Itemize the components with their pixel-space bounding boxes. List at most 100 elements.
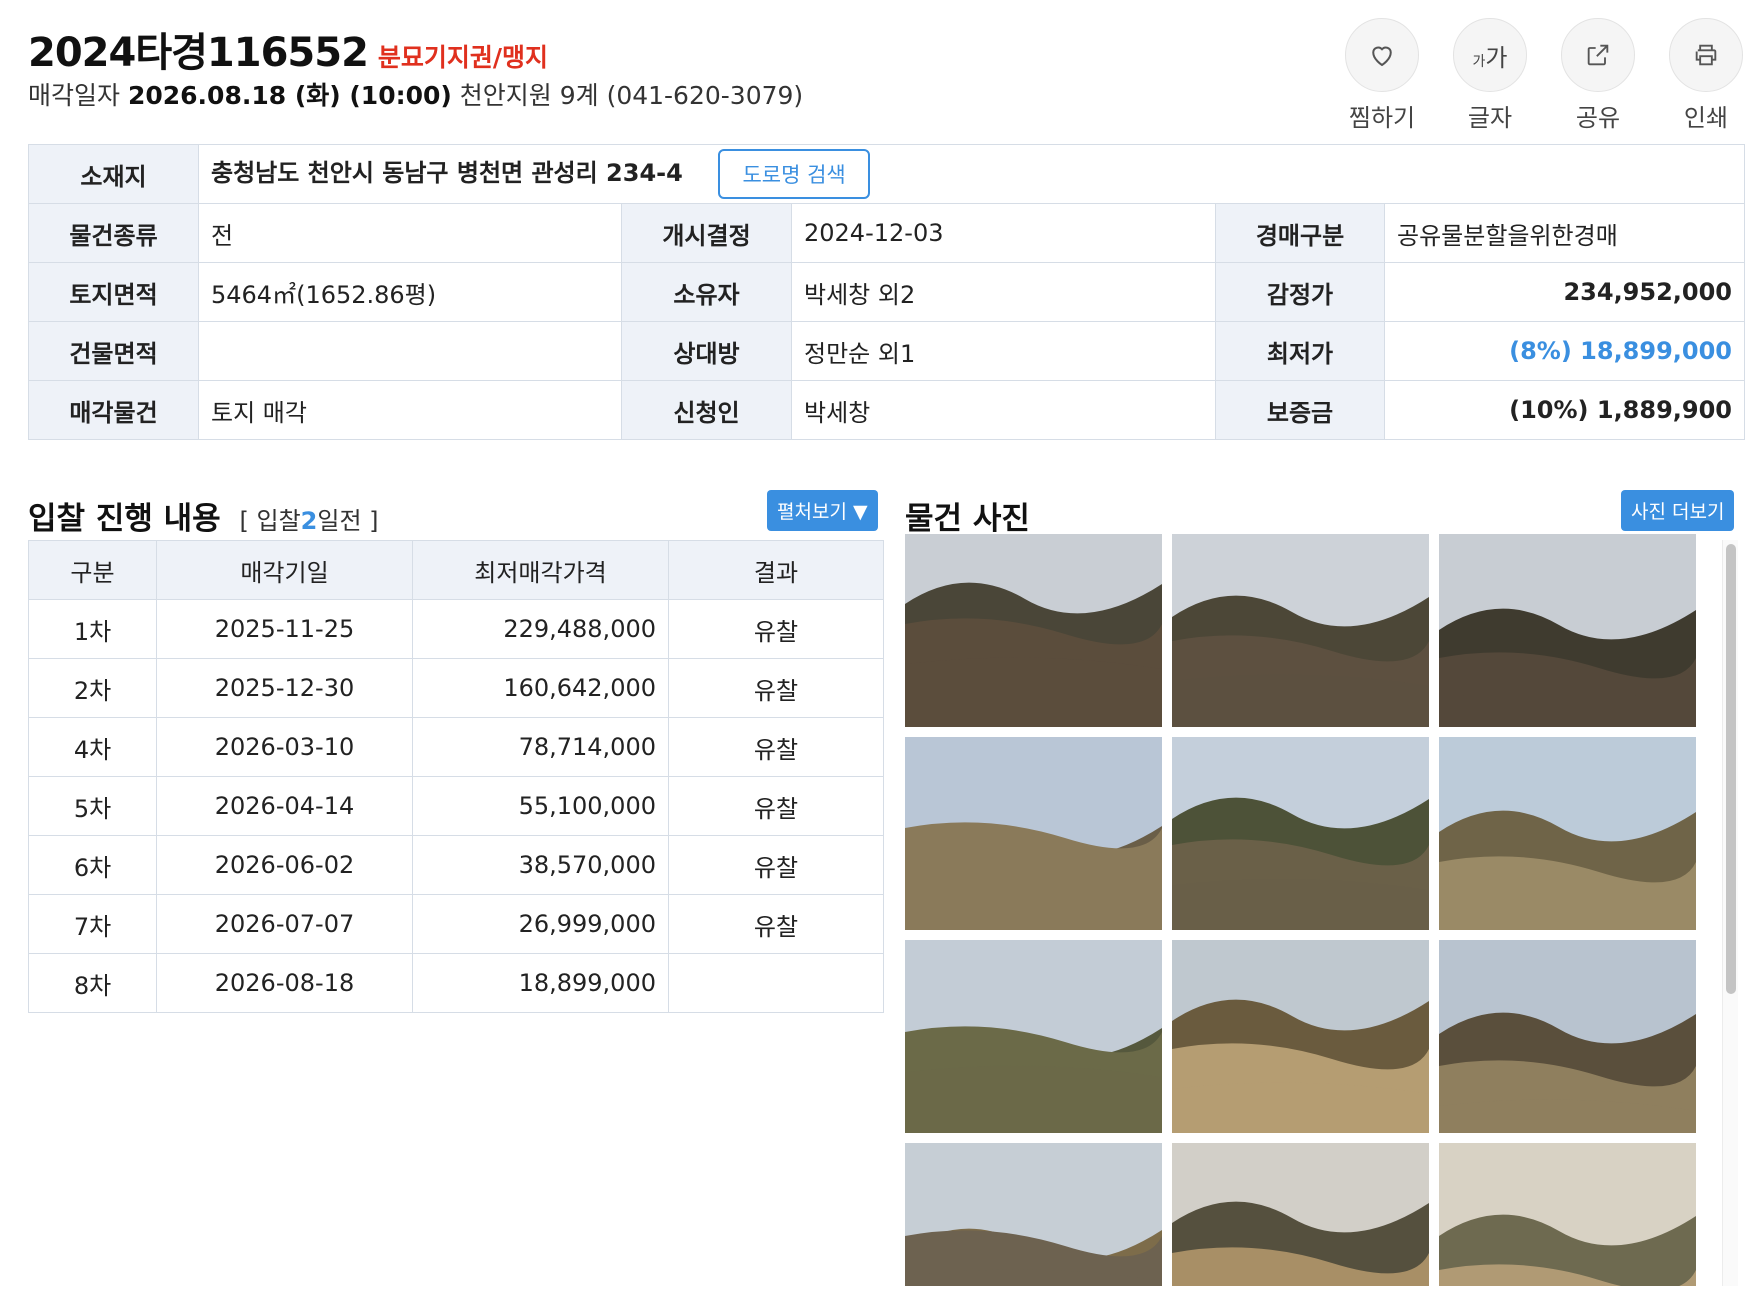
bid-min-price: 38,570,000 bbox=[412, 835, 669, 895]
address-row: 소재지 충청남도 천안시 동남구 병천면 관성리 234-4 도로명 검색 bbox=[28, 144, 1745, 204]
sale-info: 매각일자 2026.08.18 (화) (10:00) 천안지원 9계 (041… bbox=[28, 76, 803, 112]
property-photo[interactable] bbox=[1172, 1143, 1429, 1286]
bid-row: 8차 2026-08-18 18,899,000 bbox=[28, 953, 884, 1013]
bid-result: 유찰 bbox=[668, 835, 884, 895]
property-info-table: 소재지 충청남도 천안시 동남구 병천면 관성리 234-4 도로명 검색 물건… bbox=[28, 144, 1745, 440]
bid-row: 4차 2026-03-10 78,714,000 유찰 bbox=[28, 717, 884, 777]
info-label: 개시결정 bbox=[621, 203, 792, 263]
bid-date: 2026-07-07 bbox=[156, 894, 413, 954]
print-label: 인쇄 bbox=[1683, 104, 1729, 132]
sale-label: 매각일자 bbox=[28, 81, 121, 110]
bid-round: 4차 bbox=[28, 717, 157, 777]
info-label: 상대방 bbox=[621, 321, 792, 381]
font-glyph-large: 가 bbox=[1485, 43, 1508, 72]
bid-date: 2026-03-10 bbox=[156, 717, 413, 777]
bid-countdown-prefix: [ 입찰 bbox=[239, 507, 301, 535]
bid-row: 5차 2026-04-14 55,100,000 유찰 bbox=[28, 776, 884, 836]
property-photo[interactable] bbox=[1439, 534, 1696, 727]
column-header: 결과 bbox=[668, 540, 884, 600]
property-photo[interactable] bbox=[1439, 737, 1696, 930]
bid-min-price: 160,642,000 bbox=[412, 658, 669, 718]
column-header: 구분 bbox=[28, 540, 157, 600]
bid-history-table: 구분 매각기일 최저매각가격 결과 1차 2025-11-25 229,488,00… bbox=[28, 540, 884, 1013]
bid-result: 유찰 bbox=[668, 894, 884, 954]
land-area-value: 5464㎡(1652.86평) bbox=[198, 262, 622, 322]
font-glyph-small: 가 bbox=[1472, 53, 1486, 70]
property-photo[interactable] bbox=[905, 940, 1162, 1133]
info-value: 2024-12-03 bbox=[791, 203, 1216, 263]
bid-countdown-suffix: 일전 ] bbox=[317, 507, 379, 535]
bid-round: 5차 bbox=[28, 776, 157, 836]
road-name-search-button[interactable]: 도로명 검색 bbox=[718, 149, 870, 199]
info-row: 토지면적 5464㎡(1652.86평) 소유자 박세창 외2 감정가 234,… bbox=[28, 262, 1745, 322]
font-size-label: 글자 bbox=[1467, 104, 1513, 132]
print-button[interactable]: 인쇄 bbox=[1668, 18, 1744, 133]
bid-countdown-days: 2 bbox=[300, 507, 318, 535]
info-label: 최저가 bbox=[1215, 321, 1385, 381]
case-tags: 분묘기지권/맹지 bbox=[377, 43, 549, 72]
column-header: 매각기일 bbox=[156, 540, 413, 600]
sale-datetime: 2026.08.18 (화) (10:00) bbox=[127, 81, 452, 110]
address-value: 충청남도 천안시 동남구 병천면 관성리 234-4 bbox=[211, 159, 683, 187]
bid-row: 6차 2026-06-02 38,570,000 유찰 bbox=[28, 835, 884, 895]
info-label: 보증금 bbox=[1215, 380, 1385, 440]
bid-result: 유찰 bbox=[668, 776, 884, 836]
property-photo[interactable] bbox=[905, 1143, 1162, 1286]
deposit-value: (10%) 1,889,900 bbox=[1384, 380, 1745, 440]
bid-date: 2026-06-02 bbox=[156, 835, 413, 895]
share-icon bbox=[1561, 18, 1635, 92]
appraisal-value: 234,952,000 bbox=[1384, 262, 1745, 322]
header-actions: 찜하기 가가 글자 공유 인쇄 bbox=[1344, 18, 1744, 133]
property-photo[interactable] bbox=[905, 534, 1162, 727]
property-photo[interactable] bbox=[1172, 737, 1429, 930]
property-photo[interactable] bbox=[1172, 534, 1429, 727]
property-photo[interactable] bbox=[905, 737, 1162, 930]
court-info: 천안지원 9계 (041-620-3079) bbox=[459, 81, 804, 110]
bid-history-title: 입찰 진행 내용 [ 입찰2일전 ] bbox=[28, 493, 379, 538]
expand-bids-button[interactable]: 펼처보기 ▼ bbox=[767, 490, 878, 531]
property-photo[interactable] bbox=[1439, 940, 1696, 1133]
info-label: 건물면적 bbox=[28, 321, 199, 381]
info-label: 신청인 bbox=[621, 380, 792, 440]
font-size-button[interactable]: 가가 글자 bbox=[1452, 18, 1528, 133]
share-label: 공유 bbox=[1575, 104, 1621, 132]
bid-round: 1차 bbox=[28, 599, 157, 659]
property-photo[interactable] bbox=[1439, 1143, 1696, 1286]
bid-row: 2차 2025-12-30 160,642,000 유찰 bbox=[28, 658, 884, 718]
info-label: 소유자 bbox=[621, 262, 792, 322]
bid-date: 2025-11-25 bbox=[156, 599, 413, 659]
minimum-price-value: (8%) 18,899,000 bbox=[1384, 321, 1745, 381]
owner-value: 박세창 외2 bbox=[791, 262, 1216, 322]
address-cell: 충청남도 천안시 동남구 병천면 관성리 234-4 도로명 검색 bbox=[198, 144, 1745, 204]
info-label: 감정가 bbox=[1215, 262, 1385, 322]
more-photos-button[interactable]: 사진 더보기 bbox=[1621, 490, 1735, 531]
counterparty-value: 정만순 외1 bbox=[791, 321, 1216, 381]
favorite-button[interactable]: 찜하기 bbox=[1344, 18, 1420, 133]
bid-date: 2026-08-18 bbox=[156, 953, 413, 1013]
bid-min-price: 18,899,000 bbox=[412, 953, 669, 1013]
print-icon bbox=[1669, 18, 1743, 92]
bid-row: 7차 2026-07-07 26,999,000 유찰 bbox=[28, 894, 884, 954]
bid-row: 1차 2025-11-25 229,488,000 유찰 bbox=[28, 599, 884, 659]
case-title: 2024타경116552 분묘기지권/맹지 bbox=[28, 20, 548, 78]
bid-date: 2026-04-14 bbox=[156, 776, 413, 836]
share-button[interactable]: 공유 bbox=[1560, 18, 1636, 133]
building-area-value bbox=[198, 321, 622, 381]
property-photo[interactable] bbox=[1172, 940, 1429, 1133]
case-number: 2024타경116552 bbox=[28, 30, 369, 76]
bid-min-price: 229,488,000 bbox=[412, 599, 669, 659]
bid-round: 7차 bbox=[28, 894, 157, 954]
info-row: 물건종류 전 개시결정 2024-12-03 경매구분 공유물분할을위한경매 bbox=[28, 203, 1745, 263]
bid-result: 유찰 bbox=[668, 717, 884, 777]
info-label: 매각물건 bbox=[28, 380, 199, 440]
address-label: 소재지 bbox=[28, 144, 199, 204]
bid-header-row: 구분 매각기일 최저매각가격 결과 bbox=[28, 540, 884, 600]
bid-round: 2차 bbox=[28, 658, 157, 718]
photo-grid bbox=[905, 534, 1717, 1286]
photo-scrollbar-thumb[interactable] bbox=[1726, 544, 1736, 994]
bid-result bbox=[668, 953, 884, 1013]
applicant-value: 박세창 bbox=[791, 380, 1216, 440]
info-label: 경매구분 bbox=[1215, 203, 1385, 263]
sale-item-value: 토지 매각 bbox=[198, 380, 622, 440]
favorite-label: 찜하기 bbox=[1348, 104, 1416, 132]
